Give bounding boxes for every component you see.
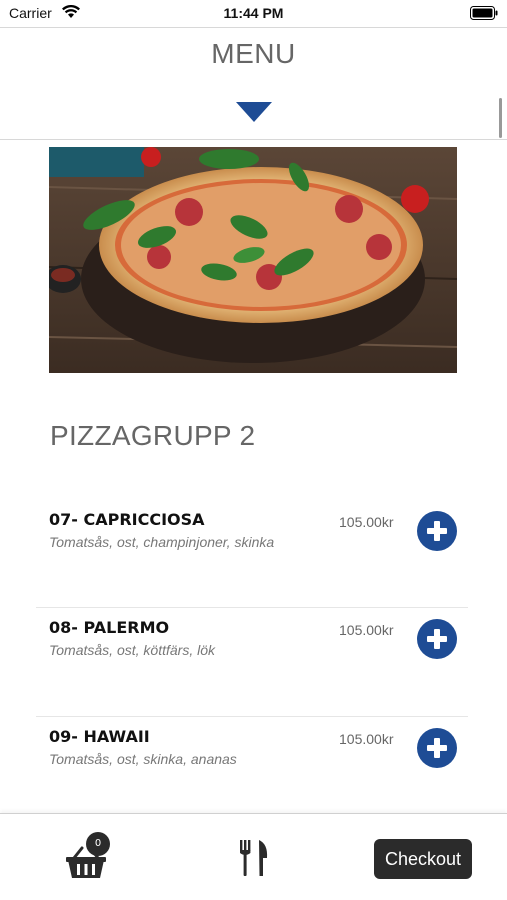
page-title: MENU: [211, 38, 296, 69]
item-name: 07- CAPRICCIOSA: [49, 510, 205, 529]
item-name: 09- HAWAII: [49, 727, 150, 746]
status-time: 11:44 PM: [223, 5, 284, 21]
status-bar: Carrier 11:44 PM: [0, 0, 507, 28]
item-price: 105.00kr: [339, 622, 394, 638]
checkout-button[interactable]: Checkout: [374, 839, 472, 879]
caret-down-icon[interactable]: [236, 102, 272, 122]
item-name: 08- PALERMO: [49, 618, 170, 637]
item-description: Tomatsås, ost, champinjoner, skinka: [49, 534, 275, 550]
group-title: PIZZAGRUPP 2: [50, 420, 256, 451]
add-to-cart-button[interactable]: [417, 728, 457, 768]
divider: [36, 607, 468, 608]
menu-tab-button[interactable]: [239, 840, 269, 876]
item-description: Tomatsås, ost, köttfärs, lök: [49, 642, 215, 658]
item-price: 105.00kr: [339, 514, 394, 530]
scrollbar[interactable]: [499, 98, 502, 138]
cart-count-badge: 0: [86, 832, 110, 856]
add-to-cart-button[interactable]: [417, 511, 457, 551]
menu-item[interactable]: 08- PALERMO Tomatsås, ost, köttfärs, lök…: [36, 607, 468, 715]
item-description: Tomatsås, ost, skinka, ananas: [49, 751, 237, 767]
fork-knife-icon: [240, 840, 268, 876]
bottom-tab-bar: 0 Checkout: [0, 813, 507, 900]
hero-pizza-image: [49, 147, 457, 373]
battery-icon: [470, 6, 498, 20]
menu-item[interactable]: 09- HAWAII Tomatsås, ost, skinka, ananas…: [36, 716, 468, 824]
divider: [36, 716, 468, 717]
item-price: 105.00kr: [339, 731, 394, 747]
menu-item[interactable]: 07- CAPRICCIOSA Tomatsås, ost, champinjo…: [36, 499, 468, 607]
cart-button[interactable]: 0: [66, 832, 114, 878]
menu-header: MENU: [0, 27, 507, 140]
add-to-cart-button[interactable]: [417, 619, 457, 659]
